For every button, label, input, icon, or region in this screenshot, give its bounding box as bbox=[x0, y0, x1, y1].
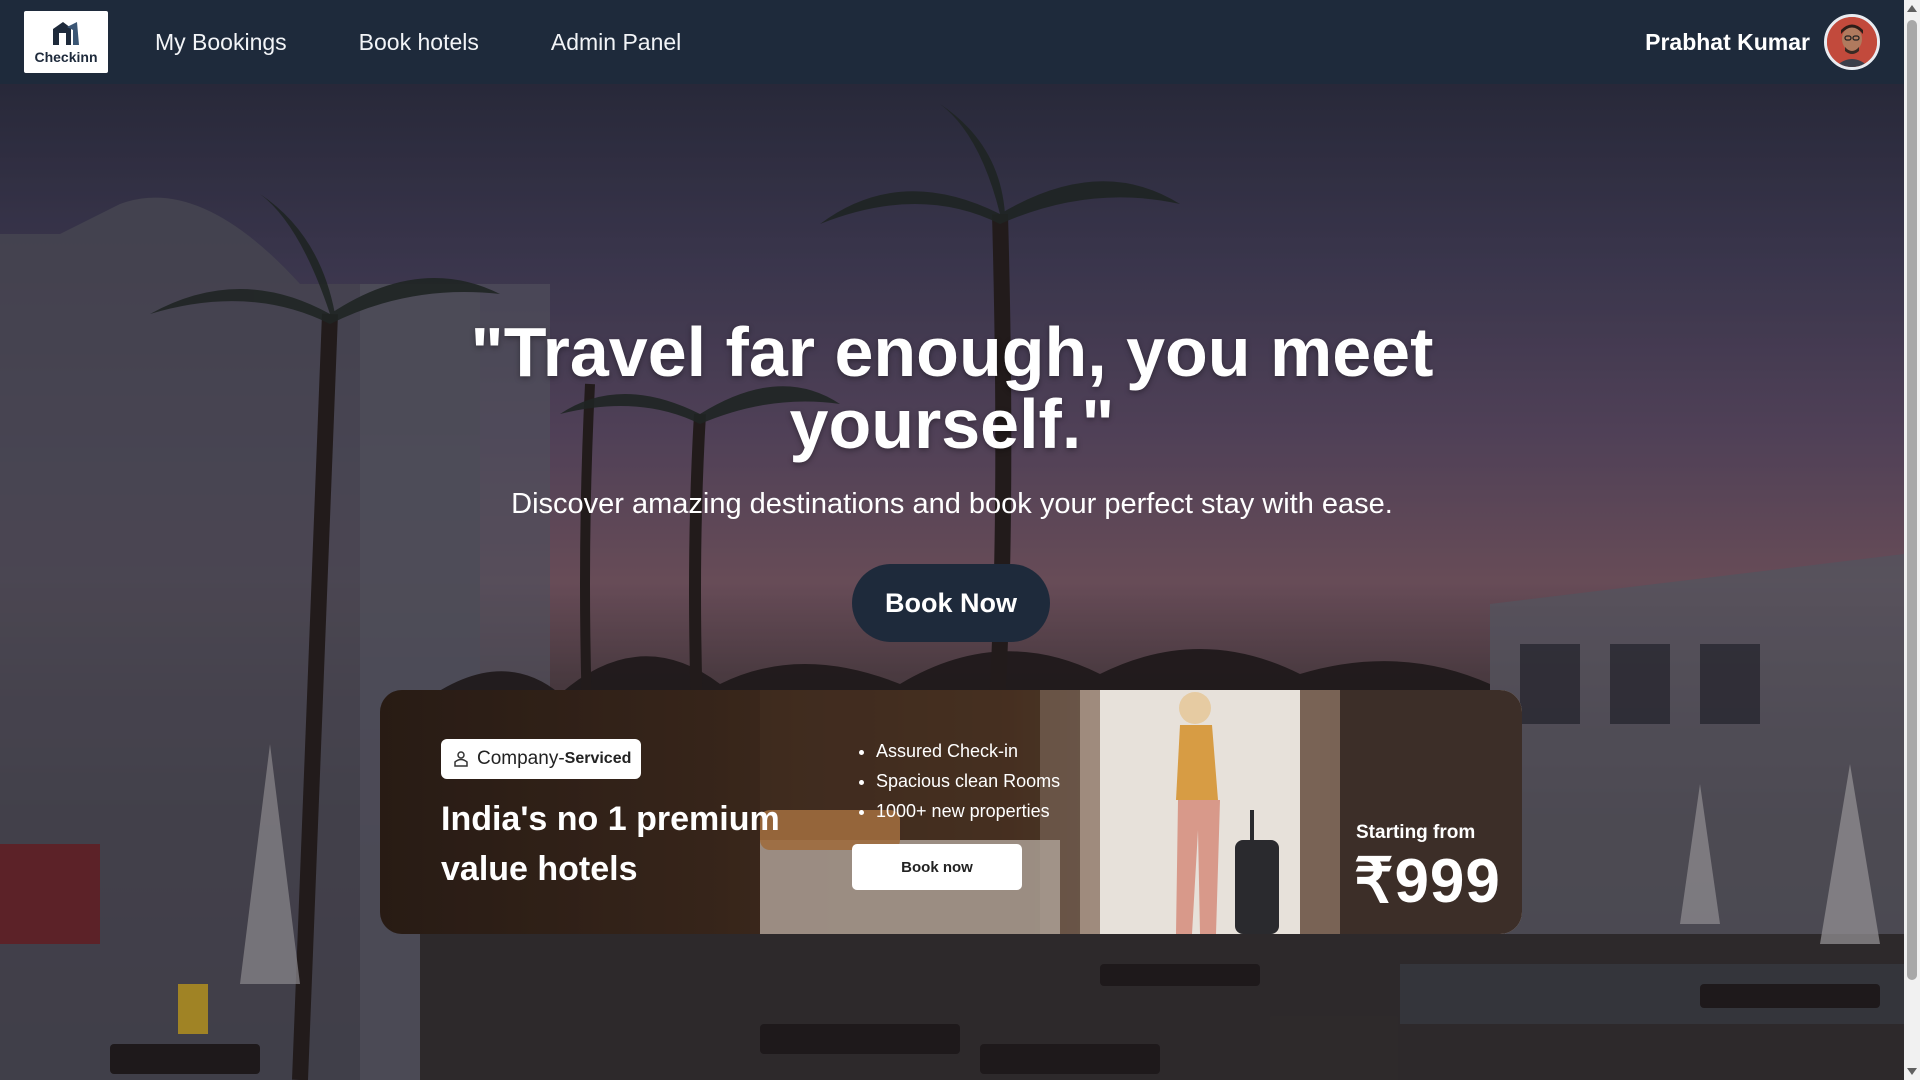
hero-subtitle: Discover amazing destinations and book y… bbox=[511, 488, 1393, 520]
user-menu[interactable]: Prabhat Kumar bbox=[1645, 14, 1880, 70]
house-logo-icon bbox=[53, 22, 79, 45]
user-avatar[interactable] bbox=[1824, 14, 1880, 70]
badge-text: Company- bbox=[477, 748, 565, 769]
hero-quote: "Travel far enough, you meet yourself." bbox=[470, 313, 1434, 463]
user-name: Prabhat Kumar bbox=[1645, 28, 1810, 55]
promo-feature: Assured Check-in bbox=[876, 736, 1060, 766]
nav-link-admin-panel[interactable]: Admin Panel bbox=[551, 29, 681, 56]
hero-section: "Travel far enough, you meet yourself." … bbox=[0, 84, 1904, 1080]
top-navbar: Checkinn My Bookings Book hotels Admin P… bbox=[0, 0, 1904, 84]
avatar-photo bbox=[1827, 17, 1877, 67]
promo-title: India's no 1 premium value hotels bbox=[441, 800, 780, 888]
promo-feature: 1000+ new properties bbox=[876, 796, 1060, 826]
scroll-up-arrow-icon[interactable] bbox=[1907, 5, 1917, 12]
book-now-button[interactable]: Book Now bbox=[852, 564, 1050, 642]
logo-wordmark: Checkinn bbox=[34, 49, 98, 65]
scrollbar-thumb[interactable] bbox=[1907, 20, 1917, 980]
checkinn-logo[interactable]: Checkinn bbox=[24, 11, 108, 73]
promo-book-now-button[interactable]: Book now bbox=[852, 844, 1022, 890]
promo-banner[interactable]: Company- Serviced India's no 1 premium v… bbox=[380, 690, 1522, 934]
scroll-down-arrow-icon[interactable] bbox=[1907, 1068, 1917, 1075]
price-label: Starting from bbox=[1356, 822, 1476, 843]
promo-feature: Spacious clean Rooms bbox=[876, 766, 1060, 796]
price-value: ₹999 bbox=[1354, 847, 1501, 916]
page-scrollbar[interactable] bbox=[1904, 0, 1920, 1080]
nav-link-book-hotels[interactable]: Book hotels bbox=[359, 29, 479, 56]
promo-feature-list: Assured Check-in Spacious clean Rooms 10… bbox=[856, 736, 1060, 826]
company-serviced-badge: Company- Serviced bbox=[441, 739, 642, 779]
nav-link-my-bookings[interactable]: My Bookings bbox=[155, 29, 287, 56]
bellhop-icon bbox=[453, 751, 469, 767]
badge-strong-text: Serviced bbox=[564, 750, 632, 767]
